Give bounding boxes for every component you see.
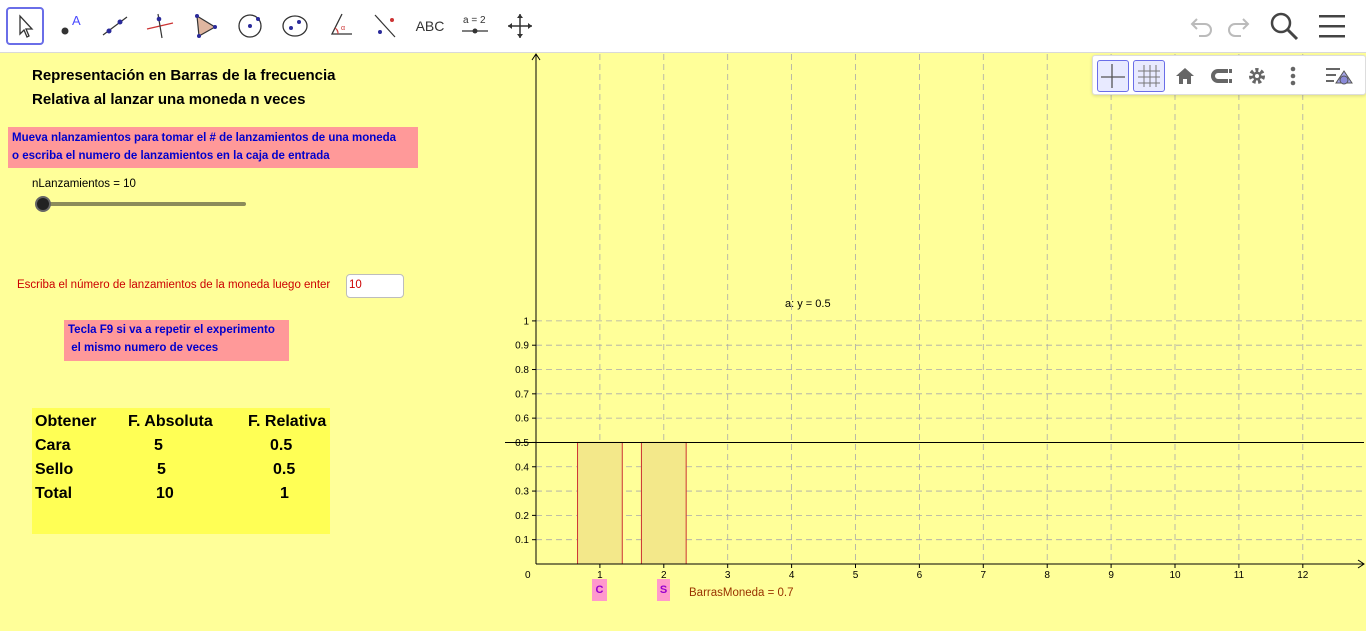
f9-hint-line-1: Tecla F9 si va a repetir el experimento (68, 324, 275, 336)
y-tick-label: 0.4 (515, 462, 529, 473)
gear-icon (1249, 68, 1265, 84)
toggle-style-bar-button[interactable] (1323, 60, 1355, 92)
input-label: Escriba el número de lanzamientos de la … (17, 279, 331, 291)
table-header: Obtener (35, 413, 97, 430)
instructions-box: Mueva nlanzamientos para tomar el # de l… (8, 127, 418, 168)
page-title-line-1: Representación en Barras de la frecuenci… (32, 67, 336, 84)
table-cell: 5 (154, 437, 163, 454)
f9-hint-box: Tecla F9 si va a repetir el experimento … (64, 320, 289, 361)
x-tick-label: 8 (1044, 570, 1050, 581)
table-cell: 10 (156, 485, 174, 502)
f9-hint-line-2: el mismo numero de veces (68, 342, 219, 354)
bar-s (640, 441, 687, 565)
bar-tag-c[interactable]: C (592, 579, 607, 601)
magnet-icon (1211, 69, 1232, 83)
y-tick-label: 0.5 (515, 438, 529, 449)
origin-label: 0 (525, 570, 531, 581)
page-title-line-2: Relativa al lanzar una moneda n veces (32, 91, 306, 108)
graphics-style-bar (1092, 55, 1366, 95)
graphics-settings-button[interactable] (1241, 60, 1273, 92)
y-tick-label: 0.9 (515, 341, 529, 352)
toggle-axes-button[interactable] (1097, 60, 1129, 92)
table-header: F. Relativa (248, 413, 327, 430)
x-tick-label: 10 (1169, 570, 1181, 581)
table-cell: Cara (35, 437, 71, 454)
nlanzamientos-slider-track[interactable] (40, 202, 246, 206)
table-cell: Sello (35, 461, 74, 478)
x-tick-label: 11 (1234, 570, 1245, 581)
x-tick-label: 12 (1297, 570, 1309, 581)
x-tick-label: 4 (789, 570, 795, 581)
y-tick-label: 0.6 (515, 414, 529, 425)
x-tick-label: 6 (917, 570, 923, 581)
instructions-line-1: Mueva nlanzamientos para tomar el # de l… (12, 132, 397, 144)
table-cell: 1 (280, 485, 289, 502)
table-cell: 5 (157, 461, 166, 478)
more-options-button[interactable] (1277, 60, 1309, 92)
x-tick-label: 3 (725, 570, 731, 581)
home-icon (1176, 68, 1194, 84)
grid-icon (1138, 65, 1160, 87)
table-cell: 0.5 (270, 437, 293, 454)
style-bar-toggle-icon (1326, 68, 1353, 85)
frequency-table: Obtener F. Absoluta F. Relativa Cara 5 0… (32, 408, 330, 534)
bars (577, 441, 687, 565)
table-cell: 0.5 (273, 461, 296, 478)
slider-label: nLanzamientos = 10 (32, 178, 136, 190)
standard-view-button[interactable] (1169, 60, 1201, 92)
instructions-line-2: o escriba el numero de lanzamientos en l… (12, 150, 330, 162)
axis-ticks: 1 2 3 4 5 6 7 8 9 10 11 120.10.20.30.40.50.60.70.80… (515, 316, 1309, 581)
lanzamientos-input[interactable]: 10 (346, 274, 404, 298)
vertical-dots-icon (1290, 66, 1296, 86)
bar-tag-s[interactable]: S (657, 579, 670, 601)
line-a-label: a: y = 0.5 (785, 298, 831, 310)
table-cell: Total (35, 485, 73, 502)
y-tick-label: 1 (523, 316, 529, 327)
y-tick-label: 0.1 (515, 535, 529, 546)
point-capturing-button[interactable] (1205, 60, 1237, 92)
barras-moneda-label: BarrasMoneda = 0.7 (689, 587, 794, 599)
toggle-grid-button[interactable] (1133, 60, 1165, 92)
y-tick-label: 0.7 (515, 389, 529, 400)
bar-c (577, 441, 623, 565)
x-tick-label: 9 (1108, 570, 1114, 581)
y-tick-label: 0.2 (515, 511, 529, 522)
y-tick-label: 0.8 (515, 365, 529, 376)
x-tick-label: 5 (853, 570, 859, 581)
x-tick-label: 7 (981, 570, 987, 581)
axes-icon (1101, 64, 1125, 88)
y-tick-label: 0.3 (515, 487, 529, 498)
table-header: F. Absoluta (128, 413, 213, 430)
nlanzamientos-slider-knob[interactable] (35, 196, 51, 212)
